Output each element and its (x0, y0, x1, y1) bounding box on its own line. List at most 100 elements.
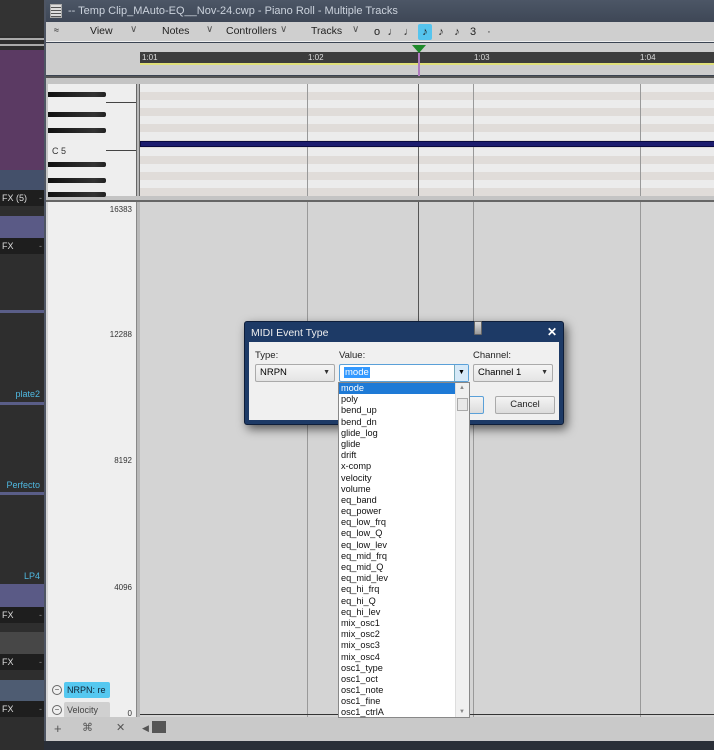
note-grid[interactable] (140, 84, 714, 196)
value-input[interactable]: mode (344, 367, 370, 378)
dropdown-option[interactable]: eq_mid_frq (339, 551, 455, 562)
black-key[interactable] (48, 178, 106, 183)
menu-controllers[interactable]: Controllers (226, 25, 277, 37)
chevron-down-icon[interactable]: ∨ (130, 24, 137, 35)
dropdown-option[interactable]: eq_low_lev (339, 540, 455, 551)
whole-note-icon[interactable]: ο (370, 24, 384, 40)
black-key[interactable] (48, 162, 106, 167)
dropdown-scrollbar[interactable]: ▲ ▼ (455, 383, 469, 717)
track-fx-label[interactable]: FX (5) (0, 190, 44, 206)
quarter-note-icon[interactable]: ♩ (402, 24, 416, 40)
dropdown-option[interactable]: bend_up (339, 405, 455, 416)
scrollbar-thumb[interactable] (152, 721, 166, 733)
playhead-marker-icon[interactable] (412, 45, 426, 53)
fit-lanes-icon[interactable]: ⌘ (82, 721, 93, 734)
ruler-bar[interactable]: 1:01 1:02 1:03 1:04 (140, 52, 714, 65)
eighth-note-icon[interactable]: ♪ (418, 24, 432, 40)
waveform-icon[interactable]: ≈ (54, 25, 59, 35)
dropdown-option[interactable]: glide_log (339, 428, 455, 439)
remove-lane-icon[interactable]: − (52, 705, 62, 715)
scrollbar-thumb[interactable] (457, 398, 468, 411)
channel-select[interactable]: Channel 1 ▼ (473, 364, 553, 382)
chevron-down-icon[interactable]: ▼ (454, 365, 468, 381)
dropdown-option[interactable]: x-comp (339, 461, 455, 472)
dropdown-option[interactable]: velocity (339, 473, 455, 484)
dropdown-option[interactable]: drift (339, 450, 455, 461)
track-fx-label[interactable]: FX (0, 654, 44, 670)
dropdown-option[interactable]: mix_osc3 (339, 640, 455, 651)
dropdown-option[interactable]: volume (339, 484, 455, 495)
black-key[interactable] (48, 128, 106, 133)
track-strip[interactable] (0, 632, 44, 654)
dropdown-option[interactable]: eq_low_frq (339, 517, 455, 528)
chevron-down-icon[interactable]: ∨ (352, 24, 359, 35)
track-header[interactable] (0, 0, 44, 36)
remove-lane-icon[interactable]: − (52, 685, 62, 695)
scroll-left-icon[interactable]: ◀ (142, 723, 149, 734)
type-select[interactable]: NRPN ▼ (255, 364, 335, 382)
dropdown-option[interactable]: eq_low_Q (339, 528, 455, 539)
dropdown-option[interactable]: mix_osc2 (339, 629, 455, 640)
track-strip[interactable] (0, 680, 44, 702)
track-fx-label[interactable]: FX (0, 607, 44, 623)
lane-tab-nrpn[interactable]: NRPN: re (64, 682, 110, 698)
black-key[interactable] (48, 112, 106, 117)
black-key[interactable] (48, 192, 106, 197)
scroll-up-icon[interactable]: ▲ (459, 385, 465, 391)
dropdown-option[interactable]: eq_hi_frq (339, 584, 455, 595)
track-name[interactable]: LP4 (24, 571, 40, 581)
dropdown-option[interactable]: poly (339, 394, 455, 405)
dropdown-option[interactable]: glide (339, 439, 455, 450)
divider (0, 38, 44, 40)
dropdown-option[interactable]: osc1_note (339, 685, 455, 696)
track-strip[interactable] (0, 216, 44, 238)
lane-tab-velocity[interactable]: Velocity (64, 702, 110, 718)
dropdown-option[interactable]: eq_power (339, 506, 455, 517)
dropdown-option[interactable]: osc1_ctrlA (339, 707, 455, 718)
dropdown-option[interactable]: osc1_type (339, 663, 455, 674)
dropdown-option[interactable]: eq_hi_lev (339, 607, 455, 618)
menu-view[interactable]: View (90, 25, 113, 37)
track-strip[interactable] (0, 170, 44, 190)
track-name[interactable]: Perfecto (6, 480, 40, 490)
dropdown-option[interactable]: eq_band (339, 495, 455, 506)
dropdown-option[interactable]: mix_osc4 (339, 652, 455, 663)
drag-handle-icon[interactable] (474, 321, 482, 335)
add-lane-icon[interactable]: + (54, 721, 62, 736)
sixteenth-note-icon[interactable]: ♪ (434, 24, 448, 40)
title-bar[interactable]: -- Temp Clip_MAuto-EQ__Nov-24.cwp - Pian… (46, 0, 714, 22)
dotted-icon[interactable]: · (482, 24, 496, 40)
half-note-icon[interactable]: ♩ (386, 24, 400, 40)
menu-tracks[interactable]: Tracks (311, 25, 342, 37)
time-ruler[interactable]: 1:01 1:02 1:03 1:04 (46, 43, 714, 77)
value-combobox[interactable]: mode ▼ (339, 364, 469, 382)
value-label: Value: (339, 350, 366, 361)
track-strip[interactable] (0, 584, 44, 608)
cancel-button[interactable]: Cancel (495, 396, 555, 414)
chevron-down-icon[interactable]: ∨ (280, 24, 287, 35)
dropdown-option[interactable]: bend_dn (339, 417, 455, 428)
close-lanes-icon[interactable]: ✕ (116, 721, 125, 734)
chevron-down-icon[interactable]: ∨ (206, 24, 213, 35)
track-name[interactable]: plate2 (15, 389, 40, 399)
divider (0, 44, 44, 46)
close-icon[interactable]: ✕ (547, 325, 557, 339)
black-key[interactable] (48, 92, 106, 97)
dropdown-option[interactable]: mode (339, 383, 455, 395)
scroll-down-icon[interactable]: ▼ (459, 709, 465, 715)
menu-notes[interactable]: Notes (162, 25, 189, 37)
dropdown-option[interactable]: osc1_fine (339, 696, 455, 707)
dropdown-option[interactable]: eq_mid_Q (339, 562, 455, 573)
track-strip[interactable] (0, 50, 44, 170)
triplet-icon[interactable]: 3 (466, 24, 480, 40)
thirtysecond-note-icon[interactable]: ♪ (450, 24, 464, 40)
dropdown-option[interactable]: mix_osc1 (339, 618, 455, 629)
value-dropdown-list[interactable]: mode poly bend_up bend_dn glide_log glide drif… (338, 382, 470, 718)
dropdown-option[interactable]: osc1_oct (339, 674, 455, 685)
piano-keyboard[interactable]: C 5 (48, 84, 136, 197)
dropdown-option[interactable]: eq_mid_lev (339, 573, 455, 584)
track-fx-label[interactable]: FX (0, 701, 44, 717)
track-fx-label[interactable]: FX (0, 238, 44, 254)
midi-note[interactable] (140, 141, 714, 147)
dropdown-option[interactable]: eq_hi_Q (339, 596, 455, 607)
